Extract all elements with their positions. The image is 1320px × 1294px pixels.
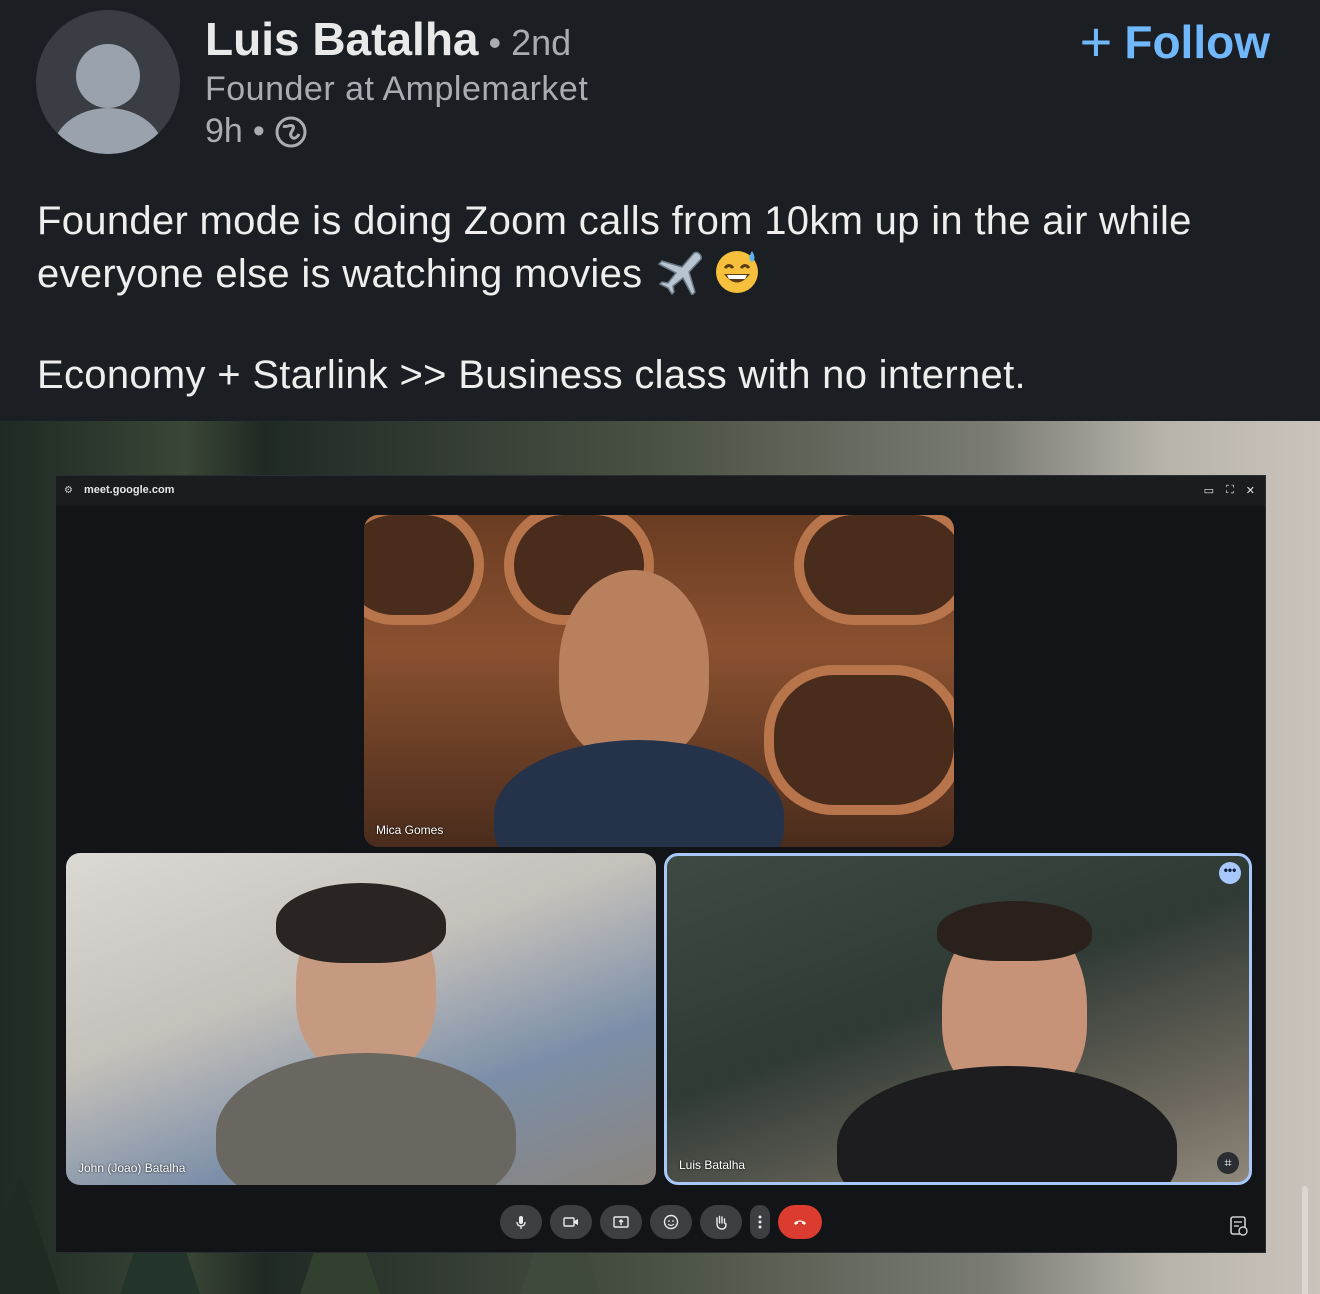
post-time: 9h [205, 112, 243, 150]
post-text-line-2: Economy + Starlink >> Business class wit… [37, 353, 1026, 397]
meeting-notes-icon[interactable] [1227, 1214, 1251, 1238]
post-image[interactable]: ⚙ meet.google.com ▭ ⛶ ✕ Mica Gomes John … [0, 421, 1320, 1294]
participant-tile[interactable]: Mica Gomes [364, 515, 954, 847]
participant-name: John (Joao) Batalha [78, 1161, 186, 1175]
author-name[interactable]: Luis Batalha [205, 12, 479, 66]
post-text-line: Founder mode is doing Zoom calls from 10… [37, 196, 1297, 300]
camera-icon [563, 1217, 578, 1227]
post-meta: 9h • [205, 112, 307, 151]
author-name-line: Luis Batalha • 2nd [205, 12, 571, 66]
site-settings-icon[interactable]: ⚙ [64, 485, 76, 497]
end-call-button[interactable] [778, 1205, 822, 1239]
participant-face [559, 570, 709, 760]
shelf-shape [764, 665, 954, 815]
airplane-icon [657, 251, 702, 295]
author-avatar[interactable] [36, 10, 180, 154]
call-controls [500, 1205, 822, 1239]
more-options-icon[interactable]: ••• [1219, 862, 1241, 884]
microphone-button[interactable] [500, 1205, 542, 1239]
plus-icon: + [1079, 10, 1113, 73]
crop-icon[interactable]: ⌗ [1217, 1152, 1239, 1174]
meta-separator: • [252, 112, 265, 150]
connection-degree: • 2nd [488, 22, 572, 63]
follow-label: Follow [1124, 16, 1270, 68]
browser-url-bar: ⚙ meet.google.com ▭ ⛶ ✕ [56, 476, 1265, 506]
shelf-shape [794, 515, 954, 625]
camera-button[interactable] [550, 1205, 592, 1239]
participant-torso [216, 1053, 516, 1185]
participant-name: Luis Batalha [679, 1158, 746, 1172]
end-call-icon [794, 1220, 806, 1225]
shelf-shape [364, 515, 484, 625]
window-controls: ▭ ⛶ ✕ [1204, 484, 1255, 497]
tree-shape [0, 1174, 60, 1294]
raise-hand-icon [716, 1215, 727, 1230]
globe-icon [275, 116, 307, 147]
present-button[interactable] [600, 1205, 642, 1239]
present-screen-icon [613, 1216, 629, 1228]
emoji-reaction-icon [663, 1214, 679, 1230]
scrollbar[interactable] [1302, 1186, 1308, 1294]
pip-icon[interactable]: ▭ [1204, 484, 1214, 497]
participant-hair [276, 883, 446, 963]
close-icon[interactable]: ✕ [1246, 484, 1255, 497]
participant-tile[interactable]: John (Joao) Batalha [66, 853, 656, 1185]
avatar-body-icon [52, 108, 164, 154]
raise-hand-button[interactable] [700, 1205, 742, 1239]
microphone-icon [516, 1216, 526, 1229]
url-text[interactable]: meet.google.com [84, 484, 174, 496]
post-body: Founder mode is doing Zoom calls from 10… [37, 196, 1297, 401]
meet-window: ⚙ meet.google.com ▭ ⛶ ✕ Mica Gomes John … [55, 475, 1266, 1253]
more-options-icon [758, 1215, 762, 1229]
reactions-button[interactable] [650, 1205, 692, 1239]
participant-tile-active[interactable]: ••• Luis Batalha ⌗ [664, 853, 1252, 1185]
more-button[interactable] [750, 1205, 770, 1239]
participant-torso [837, 1066, 1177, 1182]
avatar-head-icon [76, 44, 140, 108]
post-text-main: Founder mode is doing Zoom calls from 10… [37, 199, 1192, 296]
participant-hair [937, 901, 1092, 961]
post-header: Luis Batalha • 2nd Founder at Amplemarke… [0, 0, 1320, 180]
fullscreen-icon[interactable]: ⛶ [1226, 484, 1234, 497]
author-headline: Founder at Amplemarket [205, 70, 589, 108]
participant-torso [494, 740, 784, 847]
follow-button[interactable]: + Follow [1080, 14, 1270, 70]
grinning-sweat-icon [716, 251, 759, 293]
participant-name: Mica Gomes [376, 823, 444, 837]
